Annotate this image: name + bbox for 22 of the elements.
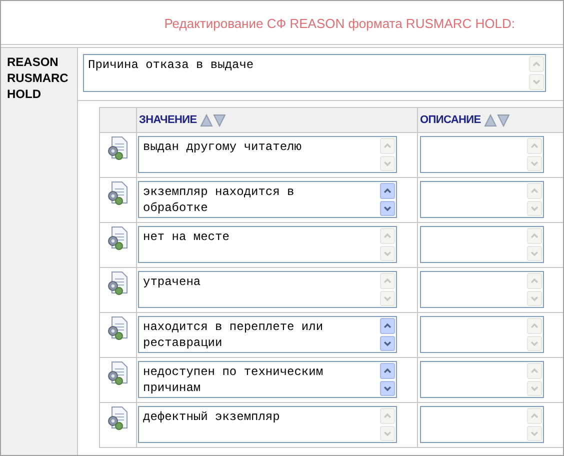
scroll-up-icon[interactable] (380, 363, 395, 378)
document-gear-icon[interactable] (107, 316, 129, 340)
text-area[interactable]: недоступен по техническим причинам (138, 361, 397, 398)
column-header[interactable]: ОПИСАНИЕ (420, 112, 481, 128)
scroll-up-icon[interactable] (380, 183, 395, 198)
document-gear-icon[interactable] (107, 181, 129, 205)
scroll-up-icon[interactable] (380, 318, 395, 334)
scroll-down-icon[interactable] (380, 336, 395, 351)
page-title: Редактирование СФ REASON формата RUSMARC HOLD: (164, 14, 515, 33)
text-area[interactable]: экземпляр находится в обработке (138, 181, 397, 218)
sort-arrows-icon[interactable] (200, 114, 226, 126)
document-gear-icon[interactable] (107, 226, 129, 250)
text-area[interactable]: находится в переплете или реставрации (138, 316, 397, 353)
document-gear-icon[interactable] (107, 271, 129, 295)
scroll-down-icon[interactable] (380, 380, 395, 396)
column-header[interactable]: ЗНАЧЕНИЕ (139, 112, 197, 128)
sort-arrows-icon[interactable] (484, 114, 510, 126)
document-gear-icon[interactable] (107, 136, 129, 160)
scroll-down-icon[interactable] (380, 200, 395, 216)
document-gear-icon[interactable] (107, 361, 129, 385)
document-gear-icon[interactable] (107, 406, 129, 430)
field-label: REASON RUSMARC HOLD (7, 54, 70, 102)
